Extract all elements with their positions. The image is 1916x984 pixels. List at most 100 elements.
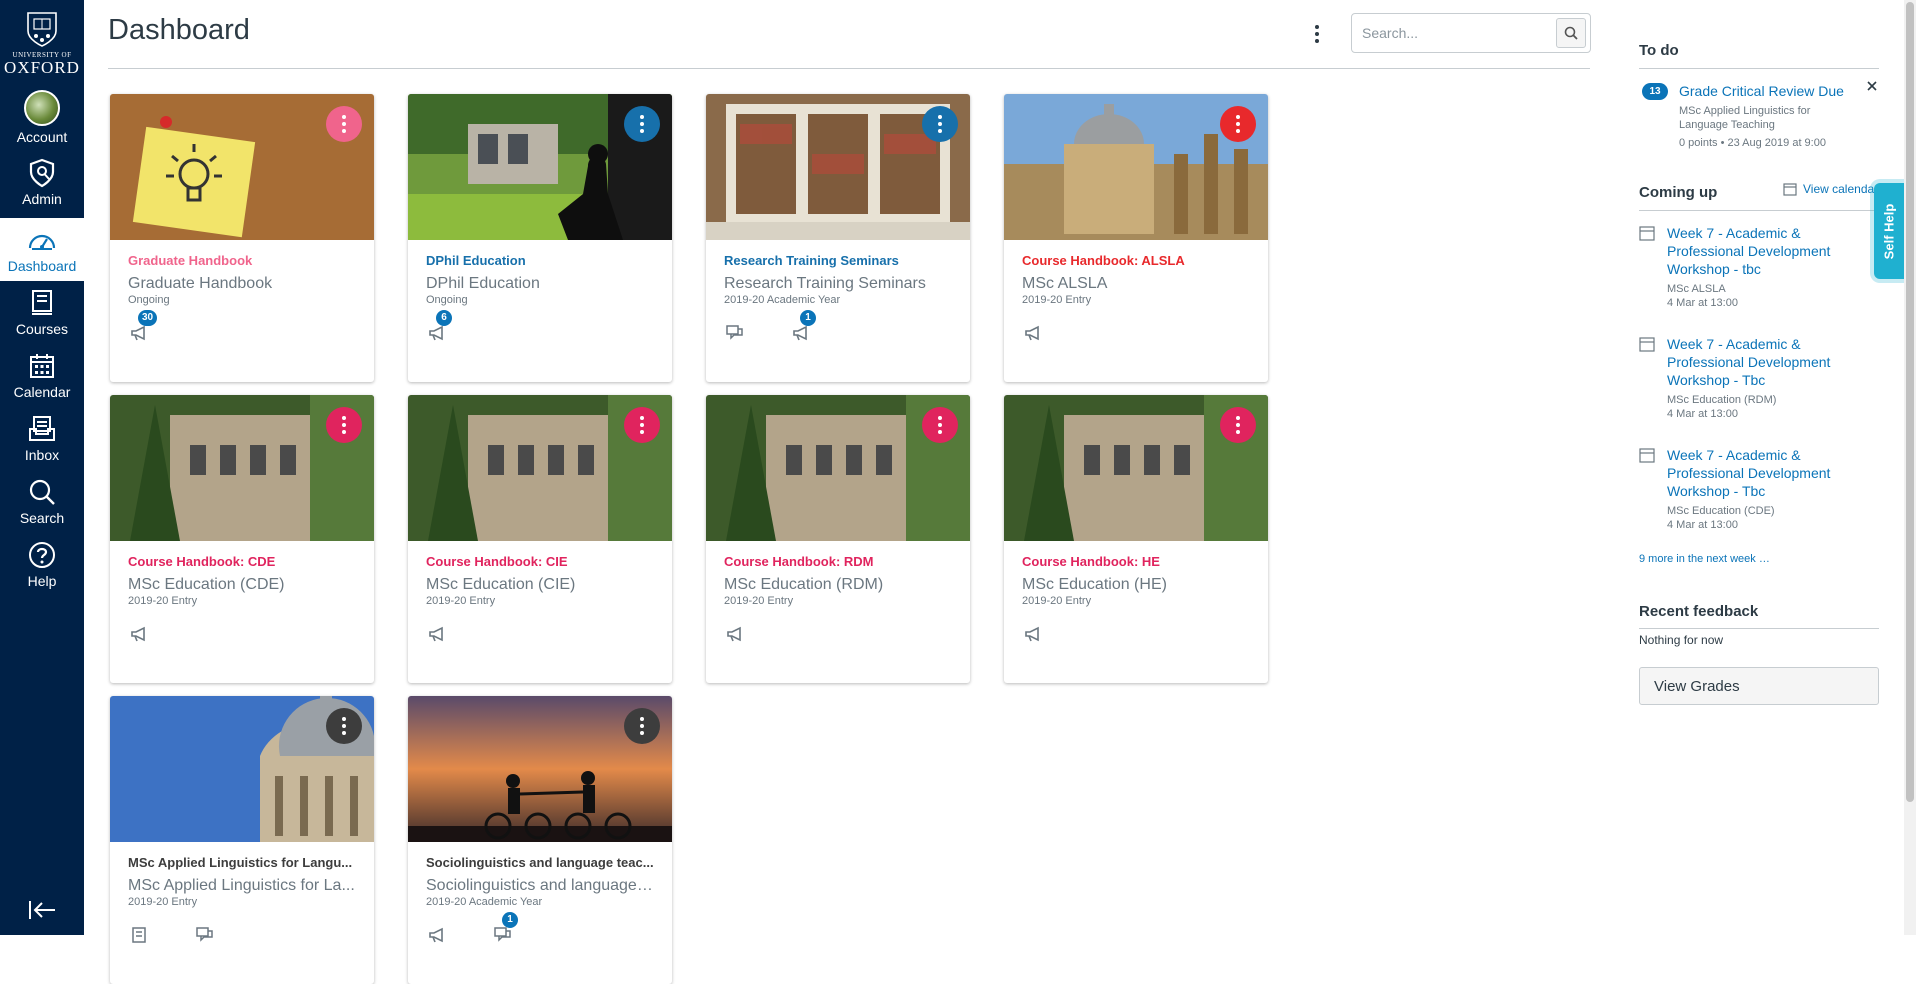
card-options-button[interactable] bbox=[922, 407, 958, 443]
card-options-button[interactable] bbox=[922, 106, 958, 142]
course-card[interactable]: Course Handbook: RDM MSc Education (RDM)… bbox=[706, 395, 970, 683]
calendar-icon bbox=[1639, 448, 1655, 463]
card-subtitle: Graduate Handbook bbox=[128, 275, 273, 292]
todo-item-title[interactable]: Grade Critical Review Due bbox=[1679, 82, 1859, 100]
announcements-button[interactable]: 6 bbox=[426, 310, 452, 344]
nav-courses-label: Courses bbox=[15, 321, 69, 337]
todo-divider bbox=[1639, 68, 1879, 69]
discussion-icon bbox=[196, 927, 213, 942]
oxford-logo[interactable]: UNIVERSITY OF OXFORD bbox=[0, 0, 84, 84]
card-options-button[interactable] bbox=[326, 708, 362, 744]
announcements-button[interactable] bbox=[724, 623, 746, 645]
assignments-button[interactable] bbox=[128, 924, 150, 946]
nav-account[interactable]: Account bbox=[0, 86, 84, 149]
search-input[interactable] bbox=[1362, 22, 1542, 44]
card-term: 2019-20 Entry bbox=[724, 595, 794, 607]
card-title[interactable]: Course Handbook: ALSLA bbox=[1022, 252, 1250, 270]
card-options-button[interactable] bbox=[624, 407, 660, 443]
announcements-button[interactable]: 1 bbox=[790, 310, 816, 344]
card-subtitle: DPhil Education bbox=[426, 275, 540, 292]
card-body: Research Training Seminars Research Trai… bbox=[706, 240, 970, 382]
discussions-button[interactable] bbox=[724, 322, 746, 344]
search-box bbox=[1351, 13, 1591, 53]
card-title[interactable]: Research Training Seminars bbox=[724, 252, 952, 270]
calendar-icon bbox=[1639, 337, 1655, 352]
announcements-button[interactable]: 30 bbox=[128, 310, 158, 344]
card-title[interactable]: Sociolinguistics and language teac... bbox=[426, 854, 654, 872]
course-card[interactable]: Sociolinguistics and language teac... So… bbox=[408, 696, 672, 984]
card-subtitle: Research Training Seminars bbox=[724, 275, 926, 292]
course-card[interactable]: MSc Applied Linguistics for Langu... MSc… bbox=[110, 696, 374, 984]
course-card[interactable]: Course Handbook: ALSLA MSc ALSLA 2019-20… bbox=[1004, 94, 1268, 382]
card-options-button[interactable] bbox=[1220, 106, 1256, 142]
card-subtitle: MSc Education (CIE) bbox=[426, 576, 576, 593]
event-title[interactable]: Week 7 - Academic & Professional Develop… bbox=[1667, 224, 1869, 278]
dashboard-options-button[interactable] bbox=[1305, 18, 1329, 50]
nav-inbox[interactable]: Inbox bbox=[0, 407, 84, 470]
announcements-button[interactable] bbox=[1022, 322, 1044, 344]
book-icon bbox=[27, 288, 57, 318]
card-options-button[interactable] bbox=[624, 106, 660, 142]
card-title[interactable]: Course Handbook: CDE bbox=[128, 553, 356, 571]
card-term: 2019-20 Entry bbox=[426, 595, 496, 607]
upcoming-event: Week 7 - Academic & Professional Develop… bbox=[1639, 224, 1869, 310]
card-title[interactable]: Course Handbook: RDM bbox=[724, 553, 952, 571]
calendar-icon bbox=[1783, 183, 1797, 196]
discussion-icon bbox=[726, 325, 743, 340]
inbox-icon bbox=[27, 414, 57, 444]
card-options-button[interactable] bbox=[326, 106, 362, 142]
event-course: MSc Education (CDE) bbox=[1667, 505, 1775, 517]
nav-dashboard[interactable]: Dashboard bbox=[0, 218, 84, 281]
logo-oxford-text: OXFORD bbox=[4, 57, 80, 77]
card-title[interactable]: Graduate Handbook bbox=[128, 252, 356, 270]
avatar bbox=[24, 90, 60, 126]
discussions-button[interactable] bbox=[194, 924, 216, 946]
search-icon bbox=[27, 477, 57, 507]
nav-courses[interactable]: Courses bbox=[0, 281, 84, 344]
card-title[interactable]: Course Handbook: HE bbox=[1022, 553, 1250, 571]
search-button[interactable] bbox=[1556, 18, 1586, 48]
course-card[interactable]: Course Handbook: CDE MSc Education (CDE)… bbox=[110, 395, 374, 683]
card-body: Sociolinguistics and language teac... So… bbox=[408, 842, 672, 984]
card-options-button[interactable] bbox=[1220, 407, 1256, 443]
event-title[interactable]: Week 7 - Academic & Professional Develop… bbox=[1667, 446, 1869, 500]
collapse-nav-icon[interactable] bbox=[26, 898, 58, 922]
megaphone-icon bbox=[1025, 626, 1039, 642]
nav-admin[interactable]: Admin bbox=[0, 151, 84, 214]
card-options-button[interactable] bbox=[326, 407, 362, 443]
self-help-tab[interactable]: Self Help bbox=[1874, 183, 1904, 279]
announcements-button[interactable] bbox=[128, 623, 150, 645]
calendar-icon bbox=[27, 351, 57, 381]
card-subtitle: Sociolinguistics and language t... bbox=[426, 877, 654, 894]
card-term: 2019-20 Entry bbox=[1022, 595, 1092, 607]
dismiss-icon[interactable] bbox=[1866, 80, 1878, 92]
card-title[interactable]: Course Handbook: CIE bbox=[426, 553, 654, 571]
more-events-link[interactable]: 9 more in the next week … bbox=[1639, 553, 1770, 565]
nav-search[interactable]: Search bbox=[0, 470, 84, 533]
course-card[interactable]: Course Handbook: HE MSc Education (HE) 2… bbox=[1004, 395, 1268, 683]
view-grades-button[interactable]: View Grades bbox=[1639, 667, 1879, 705]
course-card[interactable]: Graduate Handbook Graduate Handbook Ongo… bbox=[110, 94, 374, 382]
upcoming-event: Week 7 - Academic & Professional Develop… bbox=[1639, 446, 1869, 532]
announcements-button[interactable] bbox=[1022, 623, 1044, 645]
event-title[interactable]: Week 7 - Academic & Professional Develop… bbox=[1667, 335, 1869, 389]
announcements-button[interactable] bbox=[426, 623, 448, 645]
card-options-button[interactable] bbox=[624, 708, 660, 744]
discussions-button[interactable]: 1 bbox=[492, 912, 518, 946]
card-title[interactable]: MSc Applied Linguistics for Langu... bbox=[128, 854, 356, 872]
course-card[interactable]: Course Handbook: CIE MSc Education (CIE)… bbox=[408, 395, 672, 683]
announcements-button[interactable] bbox=[426, 924, 448, 946]
megaphone-icon bbox=[131, 626, 145, 642]
view-calendar-link[interactable]: View calendar bbox=[1783, 182, 1878, 196]
course-card[interactable]: DPhil Education DPhil Education Ongoing … bbox=[408, 94, 672, 382]
scrollbar-thumb[interactable] bbox=[1906, 2, 1914, 802]
calendar-icon bbox=[1639, 226, 1655, 241]
card-title[interactable]: DPhil Education bbox=[426, 252, 654, 270]
course-card[interactable]: Research Training Seminars Research Trai… bbox=[706, 94, 970, 382]
nav-calendar-label: Calendar bbox=[13, 384, 71, 400]
nav-calendar[interactable]: Calendar bbox=[0, 344, 84, 407]
nav-help[interactable]: Help bbox=[0, 533, 84, 596]
card-subtitle: MSc Education (RDM) bbox=[724, 576, 884, 593]
feedback-divider bbox=[1639, 628, 1879, 629]
page-scrollbar[interactable] bbox=[1904, 0, 1916, 935]
